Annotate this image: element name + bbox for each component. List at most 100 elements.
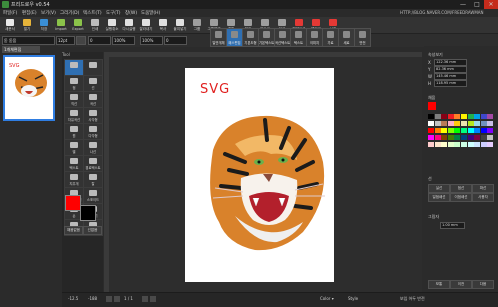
palette-swatch[interactable] (487, 121, 494, 126)
palette-swatch[interactable] (487, 142, 494, 147)
palette-swatch[interactable] (474, 142, 481, 147)
palette-swatch[interactable] (428, 135, 434, 140)
tool-11[interactable]: 나선 (83, 139, 103, 156)
style-button-9[interactable]: 반전 (354, 28, 371, 47)
line-width-field[interactable]: 1.00 mm (440, 222, 465, 229)
current-fill-swatch[interactable] (428, 102, 436, 110)
stroke-color-swatch[interactable] (80, 205, 96, 221)
palette-swatch[interactable] (441, 128, 448, 133)
palette-swatch[interactable] (480, 128, 487, 133)
prop-field-4[interactable]: 0 (164, 36, 187, 45)
tool-9[interactable]: 다각형 (83, 123, 103, 140)
line-option-4[interactable]: 이점쇄선 (450, 193, 472, 202)
style-button-4[interactable]: 곡선텍스트 (274, 28, 291, 47)
bold-button[interactable] (76, 36, 86, 45)
palette-swatch[interactable] (474, 128, 481, 133)
toolbar-button-5[interactable]: 인쇄 (87, 18, 103, 32)
font-select[interactable]: 돋 돋움 (2, 36, 55, 45)
tool-12[interactable]: 텍스트 (64, 155, 84, 172)
palette-swatch[interactable] (480, 142, 487, 147)
font-size-field[interactable]: 12pt (56, 36, 75, 45)
tool-4[interactable]: 직선 (64, 91, 84, 108)
toolbar-button-11[interactable]: 그룹 (189, 18, 205, 32)
tiger-image[interactable] (185, 104, 334, 254)
palette-swatch[interactable] (447, 135, 454, 140)
tool-3[interactable]: 선 (83, 75, 103, 92)
tool-14[interactable]: 지우개 (64, 171, 84, 188)
palette-swatch[interactable] (454, 121, 461, 126)
style-button-6[interactable]: 이미지 (306, 28, 323, 47)
palette-swatch[interactable] (434, 128, 441, 133)
menu-file[interactable]: 파일(F) (3, 10, 17, 16)
palette-swatch[interactable] (428, 142, 434, 147)
palette-swatch[interactable] (467, 135, 474, 140)
line-option-0[interactable]: 실선 (428, 184, 450, 193)
palette-swatch[interactable] (474, 121, 481, 126)
style-button-0[interactable]: 일반개체 (210, 28, 227, 47)
palette-swatch[interactable] (474, 114, 481, 119)
blog-link[interactable]: HTTP://BLOG.NAVER.COM/FREEDRAWMAN (400, 10, 484, 15)
tool-15[interactable]: 칼 (83, 171, 103, 188)
palette-swatch[interactable] (441, 114, 448, 119)
tool-6[interactable]: 자유곡선 (64, 107, 84, 124)
palette-swatch[interactable] (428, 114, 434, 119)
tool-10[interactable]: 별 (64, 139, 84, 156)
style-select[interactable]: Style (348, 296, 358, 301)
line-option-1[interactable]: 점선 (450, 184, 472, 193)
palette-swatch[interactable] (454, 142, 461, 147)
palette-swatch[interactable] (447, 114, 454, 119)
style-button-5[interactable]: 텍스트 (290, 28, 307, 47)
palette-swatch[interactable] (454, 114, 461, 119)
prop-field-2[interactable]: 100% (112, 36, 135, 45)
style-button-3[interactable]: 기본텍스트 (258, 28, 275, 47)
style-button-1[interactable]: 패스편집 (226, 28, 243, 47)
toolbar-button-10[interactable]: 붙여넣기 (172, 18, 188, 32)
palette-swatch[interactable] (467, 121, 474, 126)
toolbar-button-8[interactable]: 잘라내기 (138, 18, 154, 32)
palette-swatch[interactable] (447, 128, 454, 133)
page-panel-tab[interactable]: 1개체편집 (2, 46, 40, 53)
toolbar-button-7[interactable]: 다시실행 (121, 18, 137, 32)
document-page[interactable]: SVG (185, 68, 334, 282)
color-mode-select[interactable]: Color ▾ (320, 296, 334, 301)
prev-page-button[interactable] (114, 296, 120, 302)
tool-13[interactable]: 경로텍스트 (83, 155, 103, 172)
menu-help[interactable]: 도움말(H) (141, 10, 160, 16)
tool-5[interactable]: 곡선 (83, 91, 103, 108)
palette-swatch[interactable] (487, 128, 494, 133)
menu-view[interactable]: 보기(V) (41, 10, 56, 16)
palette-swatch[interactable] (461, 128, 467, 133)
menu-draw[interactable]: 그리기(D) (60, 10, 79, 16)
style-button-7[interactable]: 가로 (322, 28, 339, 47)
palette-swatch[interactable] (454, 135, 461, 140)
palette-swatch[interactable] (454, 128, 461, 133)
palette-swatch[interactable] (461, 135, 467, 140)
palette-swatch[interactable] (434, 142, 441, 147)
menu-window[interactable]: 창(W) (125, 10, 137, 16)
palette-swatch[interactable] (474, 135, 481, 140)
property-bottom-button-2[interactable]: 다음 (472, 280, 494, 289)
toolbar-button-4[interactable]: Export (70, 18, 86, 32)
first-page-button[interactable] (106, 296, 112, 302)
palette-swatch[interactable] (467, 142, 474, 147)
palette-swatch[interactable] (461, 142, 467, 147)
tool-7[interactable]: 사각형 (83, 107, 103, 124)
menu-tools[interactable]: 도구(T) (106, 10, 121, 16)
palette-swatch[interactable] (461, 114, 467, 119)
palette-swatch[interactable] (428, 121, 434, 126)
coord-field-x[interactable]: 122.36 mm (434, 59, 467, 66)
style-button-8[interactable]: 세로 (338, 28, 355, 47)
palette-swatch[interactable] (434, 121, 441, 126)
tool-17[interactable]: 스포이드 (83, 187, 103, 204)
line-option-3[interactable]: 일점쇄선 (428, 193, 450, 202)
coord-field-w[interactable]: 145.46 mm (434, 73, 467, 80)
palette-swatch[interactable] (434, 114, 441, 119)
line-option-2[interactable]: 파선 (472, 184, 494, 193)
palette-swatch[interactable] (441, 142, 448, 147)
menu-text[interactable]: 텍스트(T) (83, 10, 102, 16)
palette-swatch[interactable] (447, 142, 454, 147)
palette-swatch[interactable] (447, 121, 454, 126)
toolbar-button-2[interactable]: 저장 (36, 18, 52, 32)
property-bottom-button-1[interactable]: 이전 (450, 280, 472, 289)
tool-1[interactable] (83, 59, 103, 76)
